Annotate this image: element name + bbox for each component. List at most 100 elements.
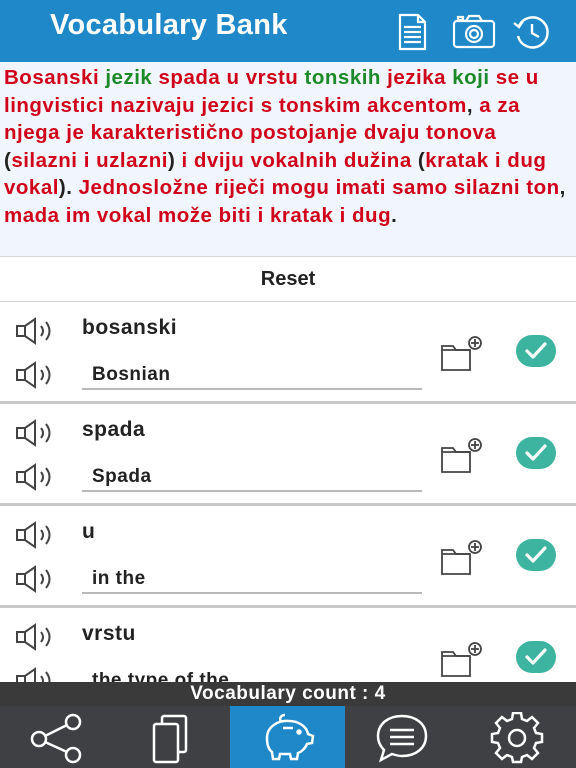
meaning-text: Bosnian — [92, 364, 171, 385]
check-button[interactable] — [516, 437, 556, 469]
paragraph-word[interactable]: za — [497, 94, 520, 117]
paragraph-word[interactable]: vokal — [4, 176, 59, 199]
paragraph-word[interactable]: Jednosložne — [79, 176, 209, 199]
tab-share[interactable] — [0, 706, 115, 768]
paragraph-word[interactable]: riječi — [215, 176, 266, 199]
meaning-field[interactable]: Bosnian — [82, 358, 422, 390]
speaker-icon[interactable] — [14, 666, 60, 682]
document-icon[interactable] — [392, 12, 432, 52]
paragraph-word[interactable]: jezik — [105, 66, 152, 89]
paragraph-word[interactable]: samo — [392, 176, 448, 199]
paragraph-word[interactable]: tonskim — [279, 94, 361, 117]
header-bar: Vocabulary Bank — [0, 0, 576, 62]
speaker-icon[interactable] — [14, 316, 60, 346]
speaker-icon[interactable] — [14, 622, 60, 652]
vocab-row: bosanski Bosnian — [0, 302, 576, 404]
paragraph-word[interactable]: i — [258, 204, 264, 227]
paragraph-word[interactable]: dužina — [344, 149, 412, 172]
vocab-word: u — [82, 520, 96, 543]
settings-icon — [490, 712, 544, 764]
paragraph-word[interactable]: mada — [4, 204, 60, 227]
paragraph-word[interactable]: karakteristično — [91, 121, 244, 144]
page-title: Vocabulary Bank — [50, 9, 288, 41]
meaning-field[interactable]: Spada — [82, 460, 422, 492]
speaker-icon[interactable] — [14, 360, 60, 390]
check-button[interactable] — [516, 335, 556, 367]
paragraph-word[interactable]: koji — [452, 66, 489, 89]
tab-settings[interactable] — [460, 706, 575, 768]
paragraph-word[interactable]: ton — [526, 176, 559, 199]
meaning-field[interactable]: in the — [82, 562, 422, 594]
paragraph-word[interactable]: u — [526, 66, 539, 89]
camera-icon[interactable] — [452, 12, 496, 52]
paragraph-word[interactable]: njega — [4, 121, 60, 144]
add-to-folder-icon[interactable] — [440, 334, 484, 372]
paragraph-word[interactable]: u — [226, 66, 239, 89]
vocab-row: vrstu the type of the — [0, 608, 576, 682]
check-button[interactable] — [516, 539, 556, 571]
paragraph-punctuation: , — [466, 93, 480, 117]
paragraph-word[interactable]: jezika — [387, 66, 446, 89]
vocabulary-count: Vocabulary count : 4 — [0, 682, 576, 706]
paragraph-word[interactable]: i — [181, 149, 187, 172]
add-to-folder-icon[interactable] — [440, 640, 484, 678]
paragraph-word[interactable]: imati — [336, 176, 386, 199]
paragraph-word[interactable]: mogu — [272, 176, 330, 199]
paragraph-word[interactable]: a — [479, 94, 491, 117]
paragraph-word[interactable]: tonova — [426, 121, 496, 144]
paragraph-word[interactable]: biti — [219, 204, 252, 227]
paragraph-word[interactable]: postojanje — [250, 121, 358, 144]
add-to-folder-icon[interactable] — [440, 538, 484, 576]
meaning-text: the type of the — [92, 670, 230, 682]
paragraph-word[interactable]: silazni — [454, 176, 520, 199]
paragraph-punctuation: . — [391, 203, 398, 227]
paragraph-word[interactable]: lingvistici — [4, 94, 104, 117]
paragraph-word[interactable]: se — [496, 66, 520, 89]
paragraph-word[interactable]: i — [340, 204, 346, 227]
speaker-icon[interactable] — [14, 462, 60, 492]
paragraph-word[interactable]: dviju — [194, 149, 244, 172]
paragraph-punctuation: ). — [58, 176, 79, 199]
paragraph-word[interactable]: jezici — [201, 94, 254, 117]
vocab-word: spada — [82, 418, 146, 441]
check-button[interactable] — [516, 641, 556, 673]
paragraph-word[interactable]: dug — [352, 204, 391, 227]
history-icon[interactable] — [512, 12, 552, 52]
paragraph-word[interactable]: i — [84, 149, 90, 172]
paragraph-word[interactable]: je — [66, 121, 84, 144]
paragraph-word[interactable]: vokal — [97, 204, 152, 227]
paragraph-word[interactable]: kratak — [425, 149, 488, 172]
paragraph-word[interactable]: im — [66, 204, 91, 227]
paragraph-word[interactable]: i — [495, 149, 501, 172]
paragraph-word[interactable]: može — [158, 204, 212, 227]
paragraph-word[interactable]: s — [261, 94, 273, 117]
paragraph-word[interactable]: tonskih — [305, 66, 381, 89]
tab-vocabulary-bank[interactable] — [230, 706, 345, 768]
chat-icon — [376, 714, 428, 763]
paragraph-word[interactable]: uzlazni — [96, 149, 168, 172]
add-to-folder-icon[interactable] — [440, 436, 484, 474]
vocab-word: bosanski — [82, 316, 178, 339]
tab-chat[interactable] — [345, 706, 460, 768]
paragraph-punctuation: , — [559, 176, 566, 199]
source-paragraph[interactable]: Bosanski jezik spada u vrstu tonskih jez… — [0, 62, 576, 256]
speaker-icon[interactable] — [14, 520, 60, 550]
speaker-icon[interactable] — [14, 564, 60, 594]
paragraph-word[interactable]: dvaju — [364, 121, 420, 144]
paragraph-word[interactable]: spada — [159, 66, 221, 89]
paragraph-punctuation: ) — [167, 148, 182, 172]
meaning-field[interactable]: the type of the — [82, 664, 422, 682]
vocab-row: u in the — [0, 506, 576, 608]
paragraph-word[interactable]: vrstu — [246, 66, 299, 89]
paragraph-word[interactable]: nazivaju — [110, 94, 195, 117]
paragraph-word[interactable]: kratak — [270, 204, 333, 227]
paragraph-word[interactable]: vokalnih — [250, 149, 337, 172]
paragraph-word[interactable]: Bosanski — [4, 66, 99, 89]
paragraph-word[interactable]: akcentom — [367, 94, 467, 117]
speaker-icon[interactable] — [14, 418, 60, 448]
vocabulary-list[interactable]: bosanski Bosnian spada Spada u in the vrstu the… — [0, 302, 576, 682]
tab-cards[interactable] — [115, 706, 230, 768]
reset-button[interactable]: Reset — [0, 256, 576, 302]
paragraph-word[interactable]: silazni — [11, 149, 77, 172]
paragraph-word[interactable]: dug — [507, 149, 546, 172]
